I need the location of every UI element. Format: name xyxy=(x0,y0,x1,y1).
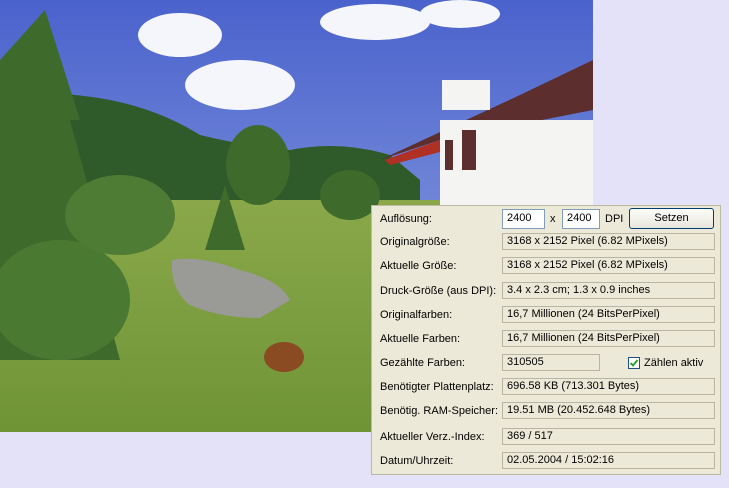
print-size-value: 3.4 x 2.3 cm; 1.3 x 0.9 inches xyxy=(502,282,715,299)
disk-space-label: Benötigter Plattenplatz: xyxy=(380,381,494,393)
row-resolution: Auflösung: 2400 x 2400 DPI Setzen xyxy=(372,208,722,231)
row-original-size: Originalgröße: 3168 x 2152 Pixel (6.82 M… xyxy=(372,232,722,254)
resolution-x-input[interactable]: 2400 xyxy=(502,209,545,229)
row-disk-space: Benötigter Plattenplatz: 696.58 KB (713.… xyxy=(372,377,722,399)
ram-value: 19.51 MB (20.452.648 Bytes) xyxy=(502,402,715,419)
row-original-colors: Originalfarben: 16,7 Millionen (24 BitsP… xyxy=(372,305,722,327)
row-dir-index: Aktueller Verz.-Index: 369 / 517 xyxy=(372,427,722,449)
row-datetime: Datum/Uhrzeit: 02.05.2004 / 15:02:16 xyxy=(372,451,722,473)
count-active-label[interactable]: Zählen aktiv xyxy=(644,357,703,369)
dir-index-label: Aktueller Verz.-Index: xyxy=(380,431,485,443)
counted-colors-label: Gezählte Farben: xyxy=(380,357,465,369)
print-size-label: Druck-Größe (aus DPI): xyxy=(380,285,497,297)
resolution-label: Auflösung: xyxy=(380,213,432,225)
row-ram: Benötig. RAM-Speicher: 19.51 MB (20.452.… xyxy=(372,401,722,423)
image-info-panel: Auflösung: 2400 x 2400 DPI Setzen Origin… xyxy=(371,205,721,475)
ram-label: Benötig. RAM-Speicher: xyxy=(380,405,498,417)
resolution-separator: x xyxy=(550,213,556,225)
original-size-value: 3168 x 2152 Pixel (6.82 MPixels) xyxy=(502,233,715,250)
original-size-label: Originalgröße: xyxy=(380,236,450,248)
current-colors-value: 16,7 Millionen (24 BitsPerPixel) xyxy=(502,330,715,347)
row-counted-colors: Gezählte Farben: 310505 Zählen aktiv xyxy=(372,353,722,375)
set-resolution-button[interactable]: Setzen xyxy=(629,208,714,229)
disk-space-value: 696.58 KB (713.301 Bytes) xyxy=(502,378,715,395)
datetime-label: Datum/Uhrzeit: xyxy=(380,455,454,467)
original-colors-label: Originalfarben: xyxy=(380,309,453,321)
row-print-size: Druck-Größe (aus DPI): 3.4 x 2.3 cm; 1.3… xyxy=(372,281,722,303)
current-size-value: 3168 x 2152 Pixel (6.82 MPixels) xyxy=(502,257,715,274)
dog xyxy=(264,342,304,372)
resolution-y-input[interactable]: 2400 xyxy=(562,209,600,229)
count-active-checkbox[interactable] xyxy=(628,357,640,369)
current-colors-label: Aktuelle Farben: xyxy=(380,333,461,345)
row-current-size: Aktuelle Größe: 3168 x 2152 Pixel (6.82 … xyxy=(372,256,722,278)
original-colors-value: 16,7 Millionen (24 BitsPerPixel) xyxy=(502,306,715,323)
current-size-label: Aktuelle Größe: xyxy=(380,260,457,272)
resolution-unit: DPI xyxy=(605,213,624,225)
checkmark-icon xyxy=(629,359,639,367)
datetime-value: 02.05.2004 / 15:02:16 xyxy=(502,452,715,469)
dir-index-value: 369 / 517 xyxy=(502,428,715,445)
counted-colors-value: 310505 xyxy=(502,354,600,371)
row-current-colors: Aktuelle Farben: 16,7 Millionen (24 Bits… xyxy=(372,329,722,351)
